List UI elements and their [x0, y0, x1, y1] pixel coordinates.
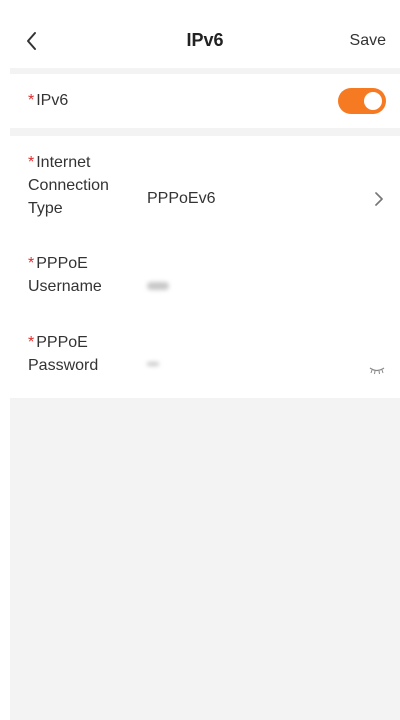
required-mark: *	[28, 92, 35, 109]
save-button[interactable]: Save	[350, 32, 386, 50]
password-field[interactable]	[147, 362, 159, 366]
top-bar: IPv6 Save	[10, 12, 400, 68]
connection-type-label-line: Type	[28, 200, 63, 217]
connection-type-label: * Internet Connection Type	[28, 151, 109, 220]
toggle-knob	[364, 92, 382, 110]
connection-type-label-line: Internet	[36, 154, 91, 171]
username-field[interactable]	[147, 282, 169, 290]
password-label-line: Password	[28, 357, 99, 374]
ipv6-row: * IPv6	[10, 74, 400, 128]
connection-type-value[interactable]: PPPoEv6	[147, 190, 215, 208]
connection-settings: * Internet Connection Type PPPoEv6 * PPPoE…	[10, 136, 400, 398]
chevron-right-icon[interactable]	[374, 191, 384, 207]
page-title: IPv6	[186, 30, 224, 50]
required-mark: *	[28, 255, 35, 272]
app-window: IPv6 Save * IPv6 * Internet Connection Typ…	[10, 12, 400, 720]
required-mark: *	[28, 334, 35, 351]
username-label: * PPPoE Username	[28, 252, 102, 298]
required-mark: *	[28, 154, 35, 171]
password-label-line: PPPoE	[36, 334, 88, 351]
username-label-line: Username	[28, 278, 102, 295]
screen: IPv6 Save * IPv6 * Internet Connection Typ…	[0, 0, 400, 720]
connection-type-label-line: Connection	[28, 177, 109, 194]
username-label-line: PPPoE	[36, 255, 88, 272]
password-label: * PPPoE Password	[28, 331, 98, 377]
eye-closed-icon[interactable]	[368, 365, 386, 375]
ipv6-label: * IPv6	[28, 89, 68, 112]
ipv6-toggle[interactable]	[338, 88, 386, 114]
ipv6-label-text: IPv6	[36, 92, 69, 109]
